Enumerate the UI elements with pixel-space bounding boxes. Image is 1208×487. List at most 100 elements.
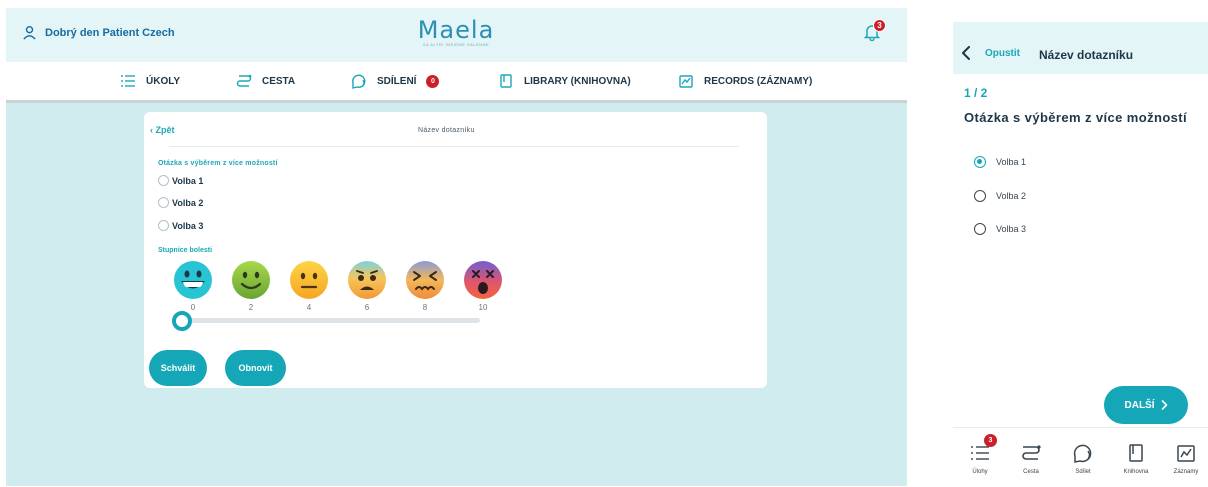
neutral-face-icon [290, 261, 328, 299]
questionnaire-title: Název dotazníku [418, 127, 475, 134]
next-button[interactable]: DALŠÍ [1104, 386, 1188, 424]
chat-icon [352, 74, 366, 89]
main-nav: ÚKOLY CESTA SDÍLENÍ 0 LIBRARY (KNIHOVNA)… [6, 62, 907, 103]
emoji-face-2[interactable] [231, 260, 271, 300]
tab-journey[interactable]: Cesta [1009, 442, 1053, 475]
pain-slider-thumb[interactable] [172, 311, 192, 331]
nav-tasks-label: ÚKOLY [146, 75, 181, 87]
mobile-option-1[interactable]: Volba 1 [974, 156, 1026, 168]
mobile-question: Otázka s výběrem z více možností [964, 110, 1188, 125]
anxious-face-icon [348, 261, 386, 299]
dizzy-face-icon [464, 261, 502, 299]
option-3[interactable]: Volba 3 [158, 220, 203, 231]
pain-scale-label: Stupnice bolesti [158, 247, 213, 254]
route-icon [236, 74, 252, 87]
questionnaire-card: ‹ Zpět Název dotazníku Otázka s výběrem … [144, 112, 767, 388]
radio-option-2[interactable] [158, 197, 169, 208]
mobile-option-3[interactable]: Volba 3 [974, 223, 1026, 235]
option-2-label: Volba 2 [172, 197, 204, 208]
tab-tasks-label: Úlohy [972, 469, 988, 475]
smiling-face-icon [232, 261, 270, 299]
radio-option-1[interactable] [158, 175, 169, 186]
sharing-badge: 0 [426, 74, 440, 88]
tab-share-label: Sdílet [1075, 469, 1091, 475]
desktop-view: Dobrý den Patient Czech Maela SA ALTRI I… [6, 8, 907, 486]
mobile-back-label: Opustit [985, 47, 1020, 59]
mobile-option-2-label: Volba 2 [996, 191, 1027, 201]
pain-slider-track[interactable] [182, 318, 480, 323]
app-root: Dobrý den Patient Czech Maela SA ALTRI I… [0, 0, 1208, 487]
route-icon [1022, 445, 1041, 460]
back-label: Zpět [155, 125, 175, 135]
step-indicator: 1 / 2 [964, 86, 988, 100]
mobile-radio-option-2[interactable] [974, 190, 986, 202]
tab-library-label: Knihovna [1123, 469, 1149, 475]
mobile-option-2[interactable]: Volba 2 [974, 190, 1026, 202]
divider [169, 146, 739, 147]
emoji-face-6[interactable] [347, 260, 387, 300]
nav-records[interactable]: RECORDS (ZÁZNAMY) [678, 62, 812, 100]
scale-tick-8: 8 [422, 303, 428, 312]
nav-library[interactable]: LIBRARY (KNIHOVNA) [498, 62, 631, 100]
option-1[interactable]: Volba 1 [158, 175, 203, 186]
mobile-view: Opustit Název dotazníku 1 / 2 Otázka s v… [953, 22, 1208, 487]
back-link[interactable]: ‹ Zpět [150, 125, 175, 135]
nav-sharing-label: SDÍLENÍ [377, 75, 417, 87]
mobile-tab-bar: 3 Úlohy Cesta Sdílet Knihovna Záznamy [953, 427, 1208, 487]
emoji-face-4[interactable] [289, 260, 329, 300]
approve-button[interactable]: Schválit [149, 350, 207, 386]
tab-records-label: Záznamy [1173, 469, 1199, 475]
tab-share[interactable]: Sdílet [1061, 442, 1105, 475]
tab-library[interactable]: Knihovna [1114, 442, 1158, 475]
book-icon [500, 74, 512, 88]
radio-option-3[interactable] [158, 220, 169, 231]
nav-records-label: RECORDS (ZÁZNAMY) [704, 75, 813, 87]
tired-face-icon [406, 261, 444, 299]
nav-tasks[interactable]: ÚKOLY [120, 62, 180, 100]
user-greeting[interactable]: Dobrý den Patient Czech [22, 25, 175, 40]
option-3-label: Volba 3 [172, 220, 204, 231]
chat-icon [1073, 444, 1092, 463]
emoji-face-10[interactable] [463, 260, 503, 300]
logo-word: Maela [417, 16, 495, 44]
scale-tick-4: 4 [306, 303, 312, 312]
logo-tagline: SA ALTRI INSIEME SALENNE [422, 42, 490, 47]
emoji-face-8[interactable] [405, 260, 445, 300]
scale-tick-10: 10 [478, 303, 488, 312]
tab-records[interactable]: Záznamy [1164, 442, 1208, 475]
reset-button[interactable]: Obnovit [225, 350, 286, 386]
user-icon [23, 25, 36, 40]
chart-icon [679, 75, 693, 88]
maela-logo: Maela SA ALTRI INSIEME SALENNE [416, 16, 496, 47]
mobile-header: Opustit Název dotazníku [953, 22, 1208, 74]
question-label: Otázka s výběrem z více možností [158, 160, 278, 167]
scale-tick-6: 6 [364, 303, 370, 312]
tab-journey-label: Cesta [1023, 469, 1039, 475]
top-bar: Dobrý den Patient Czech Maela SA ALTRI I… [6, 8, 907, 62]
option-1-label: Volba 1 [172, 175, 204, 186]
nav-journey[interactable]: CESTA [236, 62, 295, 100]
mobile-back-button[interactable]: Opustit [961, 46, 1020, 60]
book-icon [1129, 444, 1143, 462]
mobile-option-1-label: Volba 1 [996, 157, 1027, 167]
mobile-radio-option-1[interactable] [974, 156, 986, 168]
notifications-badge: 3 [873, 19, 886, 32]
notifications-button[interactable]: 3 [863, 19, 887, 43]
mobile-title: Název dotazníku [1039, 48, 1134, 62]
chevron-right-icon [1161, 400, 1167, 410]
option-2[interactable]: Volba 2 [158, 197, 203, 208]
tab-tasks[interactable]: 3 Úlohy [958, 434, 1002, 475]
tasks-badge: 3 [984, 434, 997, 447]
nav-sharing[interactable]: SDÍLENÍ 0 [351, 62, 440, 100]
nav-library-label: LIBRARY (KNIHOVNA) [524, 75, 631, 87]
next-label: DALŠÍ [1124, 399, 1155, 411]
list-icon [121, 75, 135, 87]
grinning-face-icon [174, 261, 212, 299]
mobile-radio-option-3[interactable] [974, 223, 986, 235]
mobile-option-3-label: Volba 3 [996, 224, 1027, 234]
nav-journey-label: CESTA [262, 75, 296, 87]
chart-icon [1177, 445, 1195, 462]
emoji-face-0[interactable] [173, 260, 213, 300]
chevron-left-icon [962, 46, 970, 60]
scale-tick-2: 2 [248, 303, 254, 312]
